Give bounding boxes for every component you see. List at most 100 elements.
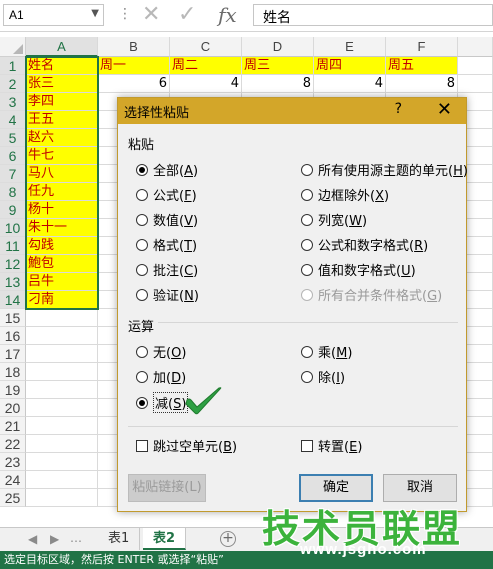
operation-option-left[interactable]: 减(S) — [136, 392, 189, 413]
cell[interactable]: 周五 — [386, 57, 458, 75]
cell[interactable]: 8 — [242, 75, 314, 93]
cell[interactable]: 杨十 — [26, 201, 98, 219]
column-header-d[interactable]: D — [242, 37, 314, 57]
row-header[interactable]: 9 — [0, 201, 26, 219]
paste-option-left[interactable]: 验证(N) — [136, 285, 199, 304]
plus-icon[interactable]: + — [220, 531, 236, 547]
row-header[interactable]: 11 — [0, 237, 26, 255]
sheet-tab-1[interactable]: 表1 — [98, 528, 141, 550]
row-header[interactable]: 5 — [0, 129, 26, 147]
paste-option-right[interactable]: 值和数字格式(U) — [301, 260, 416, 279]
radio-circle[interactable] — [301, 264, 313, 276]
cell[interactable] — [458, 75, 493, 93]
operation-option-left[interactable]: 无(O) — [136, 342, 186, 361]
cell[interactable]: 赵六 — [26, 129, 98, 147]
paste-option-right[interactable]: 所有合并条件格式(G) — [301, 285, 442, 304]
row-header[interactable]: 25 — [0, 489, 26, 507]
row-header[interactable]: 16 — [0, 327, 26, 345]
row-header[interactable]: 8 — [0, 183, 26, 201]
cell[interactable] — [26, 435, 98, 453]
cell[interactable]: 马八 — [26, 165, 98, 183]
cell[interactable]: 6 — [98, 75, 170, 93]
checkbox-box[interactable] — [136, 440, 148, 452]
cell[interactable] — [26, 363, 98, 381]
column-header-e[interactable]: E — [314, 37, 386, 57]
cell[interactable] — [26, 471, 98, 489]
cell[interactable]: 李四 — [26, 93, 98, 111]
radio-circle[interactable] — [136, 397, 148, 409]
column-header-f[interactable]: F — [386, 37, 458, 57]
radio-circle[interactable] — [136, 289, 148, 301]
cell[interactable]: 周三 — [242, 57, 314, 75]
cell[interactable]: 王五 — [26, 111, 98, 129]
cell[interactable]: 4 — [170, 75, 242, 93]
cell[interactable]: 勾践 — [26, 237, 98, 255]
row-header[interactable]: 23 — [0, 453, 26, 471]
cell[interactable]: 牛七 — [26, 147, 98, 165]
formula-input[interactable]: 姓名 — [253, 4, 493, 26]
radio-circle[interactable] — [301, 214, 313, 226]
select-all-button[interactable] — [0, 37, 26, 57]
row-header[interactable]: 14 — [0, 291, 26, 309]
row-header[interactable]: 22 — [0, 435, 26, 453]
close-icon[interactable]: ✕ — [437, 99, 452, 120]
operation-option-right[interactable]: 除(I) — [301, 367, 345, 386]
cell[interactable]: 4 — [314, 75, 386, 93]
column-header-g[interactable] — [458, 37, 493, 57]
row-header[interactable]: 20 — [0, 399, 26, 417]
radio-circle[interactable] — [136, 264, 148, 276]
row-header[interactable]: 10 — [0, 219, 26, 237]
transpose-checkbox[interactable]: 转置(E) — [301, 436, 362, 455]
cell[interactable]: 8 — [386, 75, 458, 93]
cell[interactable]: 周四 — [314, 57, 386, 75]
skip-blanks-checkbox[interactable]: 跳过空单元(B) — [136, 436, 237, 455]
help-icon[interactable]: ? — [395, 101, 402, 117]
checkmark-icon[interactable]: ✓ — [178, 2, 196, 27]
drag-handle-icon[interactable]: ⋮ — [118, 6, 132, 22]
more-sheets-icon[interactable]: … — [70, 531, 82, 545]
row-header[interactable]: 13 — [0, 273, 26, 291]
paste-option-right[interactable]: 所有使用源主题的单元(H) — [301, 160, 468, 179]
radio-circle[interactable] — [301, 289, 313, 301]
row-header[interactable]: 17 — [0, 345, 26, 363]
cell[interactable] — [26, 345, 98, 363]
paste-option-left[interactable]: 格式(T) — [136, 235, 197, 254]
paste-option-right[interactable]: 边框除外(X) — [301, 185, 389, 204]
radio-circle[interactable] — [301, 346, 313, 358]
paste-option-right[interactable]: 公式和数字格式(R) — [301, 235, 428, 254]
cell[interactable]: 张三 — [26, 75, 98, 93]
column-header-c[interactable]: C — [170, 37, 242, 57]
row-header[interactable]: 21 — [0, 417, 26, 435]
cell[interactable] — [26, 417, 98, 435]
paste-option-left[interactable]: 数值(V) — [136, 210, 198, 229]
row-header[interactable]: 1 — [0, 57, 26, 75]
radio-circle[interactable] — [301, 371, 313, 383]
radio-circle[interactable] — [301, 164, 313, 176]
cell[interactable]: 吕牛 — [26, 273, 98, 291]
cell[interactable]: 刁南 — [26, 291, 98, 309]
row-header[interactable]: 6 — [0, 147, 26, 165]
cell[interactable] — [26, 309, 98, 327]
chevron-down-icon[interactable]: ▼ — [91, 8, 99, 19]
row-header[interactable]: 19 — [0, 381, 26, 399]
cell[interactable] — [26, 489, 98, 507]
paste-option-left[interactable]: 公式(F) — [136, 185, 197, 204]
cell[interactable]: 周一 — [98, 57, 170, 75]
paste-option-left[interactable]: 批注(C) — [136, 260, 198, 279]
checkbox-box[interactable] — [301, 440, 313, 452]
radio-circle[interactable] — [301, 239, 313, 251]
row-header[interactable]: 3 — [0, 93, 26, 111]
cell[interactable]: 姓名 — [26, 57, 98, 75]
insert-function-button[interactable]: fx — [218, 3, 237, 27]
row-header[interactable]: 4 — [0, 111, 26, 129]
row-header[interactable]: 18 — [0, 363, 26, 381]
paste-option-right[interactable]: 列宽(W) — [301, 210, 367, 229]
cell[interactable] — [26, 453, 98, 471]
operation-option-left[interactable]: 加(D) — [136, 367, 186, 386]
row-header[interactable]: 15 — [0, 309, 26, 327]
operation-option-right[interactable]: 乘(M) — [301, 342, 352, 361]
paste-option-left[interactable]: 全部(A) — [136, 160, 198, 179]
cell[interactable] — [26, 399, 98, 417]
cell[interactable]: 任九 — [26, 183, 98, 201]
triangle-right-icon[interactable]: ▶ — [50, 532, 59, 546]
